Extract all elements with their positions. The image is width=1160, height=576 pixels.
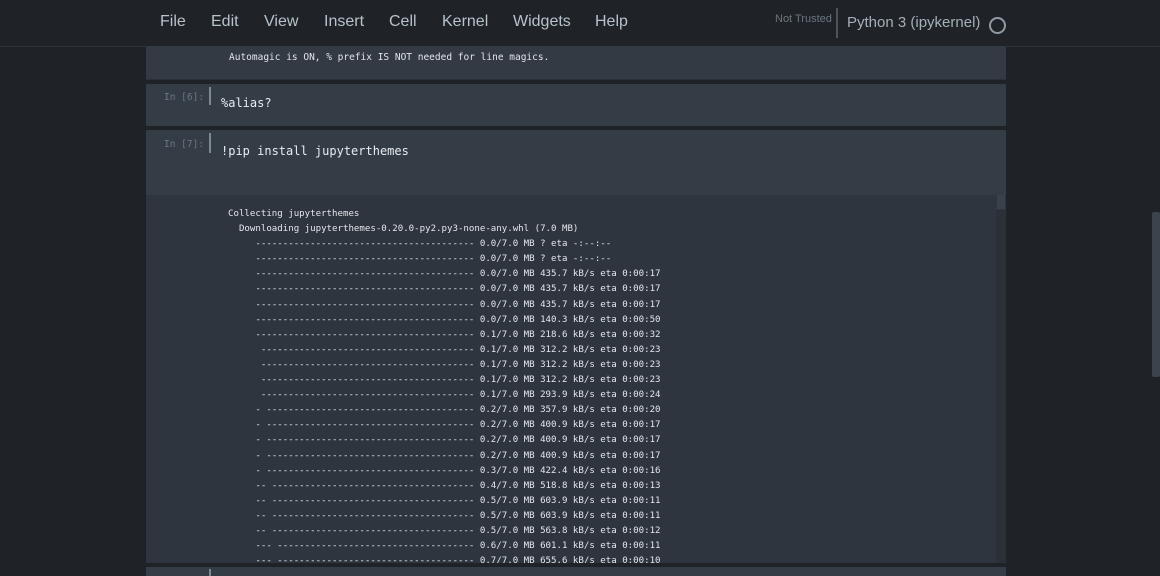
pip-output-log: Collecting jupyterthemes Downloading jup… xyxy=(228,207,661,563)
notebook-container: Automagic is ON, % prefix IS NOT needed … xyxy=(146,46,1006,576)
cell-6-code[interactable]: %alias? xyxy=(221,96,272,110)
output-line: --------------------------------------- … xyxy=(228,344,661,355)
cell-6-input-edge xyxy=(209,87,211,105)
menu-edit[interactable]: Edit xyxy=(211,13,239,31)
previous-output-text: Automagic is ON, % prefix IS NOT needed … xyxy=(229,52,550,63)
kernel-idle-icon xyxy=(989,17,1006,34)
menu-cell[interactable]: Cell xyxy=(389,13,417,31)
trust-status-button[interactable]: Not Trusted xyxy=(775,13,832,25)
code-cell-7[interactable]: In [7]: !pip install jupyterthemes xyxy=(146,130,1006,195)
next-cell-input-edge xyxy=(209,569,211,576)
previous-cell-output: Automagic is ON, % prefix IS NOT needed … xyxy=(146,46,1006,80)
output-line: ----------------------------------------… xyxy=(228,299,661,310)
output-scrollbar[interactable] xyxy=(996,210,1006,563)
output-line: -- -------------------------------------… xyxy=(228,525,661,536)
output-line: ----------------------------------------… xyxy=(228,284,661,295)
output-line: -- -------------------------------------… xyxy=(228,495,661,506)
menu-view[interactable]: View xyxy=(264,13,298,31)
output-line: ----------------------------------------… xyxy=(228,254,612,265)
cell-6-prompt: In [6]: xyxy=(164,92,205,103)
output-line: ----------------------------------------… xyxy=(228,269,661,280)
output-line: --- ------------------------------------… xyxy=(228,556,661,563)
output-line: Downloading jupyterthemes-0.20.0-py2.py3… xyxy=(228,224,579,235)
menu-bar: File Edit View Insert Cell Kernel Widget… xyxy=(0,0,1160,47)
output-line: ----------------------------------------… xyxy=(228,239,612,250)
menu-insert[interactable]: Insert xyxy=(324,13,364,31)
output-line: --------------------------------------- … xyxy=(228,359,661,370)
code-cell-6[interactable]: In [6]: %alias? xyxy=(146,84,1006,126)
cell-7-input-edge xyxy=(209,133,211,153)
output-line: ----------------------------------------… xyxy=(228,314,661,325)
output-line: Collecting jupyterthemes xyxy=(228,209,360,219)
kernel-divider xyxy=(836,8,838,38)
menu-file[interactable]: File xyxy=(160,13,186,31)
cell-7-prompt: In [7]: xyxy=(164,139,205,150)
cell-7-code[interactable]: !pip install jupyterthemes xyxy=(221,144,409,158)
next-cell-edge xyxy=(146,567,1006,576)
output-line: - --------------------------------------… xyxy=(228,420,661,431)
output-line: -- -------------------------------------… xyxy=(228,510,661,521)
output-line: --------------------------------------- … xyxy=(228,390,661,401)
page-scrollbar[interactable] xyxy=(1152,212,1160,377)
output-line: ----------------------------------------… xyxy=(228,329,661,340)
output-line: --------------------------------------- … xyxy=(228,375,661,386)
kernel-name-label[interactable]: Python 3 (ipykernel) xyxy=(847,14,980,31)
menu-widgets[interactable]: Widgets xyxy=(513,13,571,31)
cell-7-output[interactable]: Collecting jupyterthemes Downloading jup… xyxy=(146,195,1006,563)
output-line: - --------------------------------------… xyxy=(228,450,661,461)
output-line: - --------------------------------------… xyxy=(228,435,661,446)
menu-kernel[interactable]: Kernel xyxy=(442,13,488,31)
output-line: -- -------------------------------------… xyxy=(228,480,661,491)
output-line: --- ------------------------------------… xyxy=(228,541,661,552)
output-line: - --------------------------------------… xyxy=(228,405,661,416)
menu-help[interactable]: Help xyxy=(595,13,628,31)
output-scroll-up[interactable] xyxy=(997,195,1005,209)
output-line: - --------------------------------------… xyxy=(228,465,661,476)
